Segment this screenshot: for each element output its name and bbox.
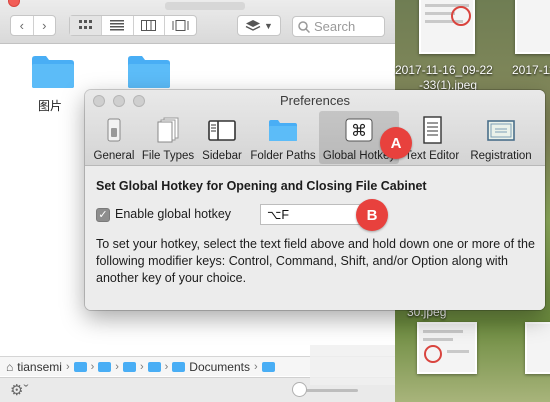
chevron-right-icon: › — [254, 360, 258, 373]
tab-file-types[interactable]: File Types — [139, 111, 197, 164]
tab-label: General — [93, 150, 135, 162]
checkbox-label[interactable]: Enable global hotkey — [115, 207, 231, 221]
folder-icon[interactable] — [127, 53, 171, 89]
section-title: Set Global Hotkey for Opening and Closin… — [96, 179, 427, 193]
window-title-blurred — [165, 2, 245, 10]
slider-knob[interactable] — [292, 382, 307, 397]
blurred-region — [310, 345, 402, 385]
screenshot-thumbnail[interactable] — [419, 0, 475, 54]
hotkey-input[interactable]: ⌥F — [260, 204, 360, 225]
icon-size-slider[interactable] — [298, 389, 358, 392]
chevron-right-icon: › — [90, 360, 95, 373]
list-icon — [110, 20, 125, 31]
layers-icon — [245, 20, 261, 31]
help-text: To set your hotkey, select the text fiel… — [96, 237, 535, 285]
finder-toolbar: ‹ › ▼ Search — [0, 0, 395, 44]
svg-text:⌘: ⌘ — [351, 121, 367, 140]
screenshot-thumbnail[interactable] — [515, 0, 550, 54]
preferences-window: Preferences General File Types Sidebar F… — [85, 90, 545, 310]
folder-icon — [269, 120, 297, 141]
enable-hotkey-checkbox[interactable]: ✓ — [96, 208, 110, 222]
tab-label: File Types — [141, 150, 195, 162]
chevron-right-icon: › — [65, 360, 70, 373]
tab-folder-paths[interactable]: Folder Paths — [247, 111, 319, 164]
chevron-down-icon: ▼ — [264, 20, 273, 31]
close-window-button[interactable] — [8, 0, 20, 7]
screenshot-thumbnail[interactable] — [417, 322, 477, 374]
search-icon — [298, 20, 310, 33]
callout-badge-a: A — [380, 127, 412, 159]
text-document-icon — [423, 116, 442, 144]
file-name[interactable]: 2017-11- — [512, 63, 550, 77]
chevron-right-icon: › — [164, 360, 169, 373]
command-key-icon: ⌘ — [345, 118, 373, 142]
arrange-button[interactable]: ▼ — [237, 15, 281, 36]
certificate-icon — [487, 120, 515, 141]
switch-icon — [107, 118, 121, 142]
folder-icon[interactable] — [98, 361, 112, 372]
preferences-titlebar: Preferences General File Types Sidebar F… — [85, 90, 545, 166]
forward-button[interactable]: › — [32, 16, 56, 35]
gallery-view-button[interactable] — [164, 16, 196, 35]
folder-label[interactable]: 图片 — [38, 97, 62, 114]
chevron-right-icon: › — [139, 360, 144, 373]
screenshot-thumbnail[interactable] — [525, 322, 550, 374]
icon-view-button[interactable] — [70, 16, 101, 35]
column-view-button[interactable] — [132, 16, 165, 35]
list-view-button[interactable] — [100, 16, 133, 35]
columns-icon — [141, 20, 157, 31]
tab-label: Folder Paths — [250, 150, 316, 162]
folder-icon[interactable] — [172, 361, 186, 372]
tab-label: Text Editor — [404, 150, 460, 162]
tab-label: Sidebar — [202, 150, 242, 162]
tab-general[interactable]: General — [89, 111, 139, 164]
tab-label: Registration — [470, 150, 532, 162]
folder-icon[interactable] — [31, 53, 75, 89]
back-button[interactable]: ‹ — [11, 16, 33, 35]
window-title: Preferences — [279, 93, 351, 108]
preference-tabs: General File Types Sidebar Folder Paths … — [89, 111, 537, 164]
home-icon: ⌂ — [6, 359, 14, 374]
callout-badge-b: B — [356, 199, 388, 231]
sidebar-icon — [208, 120, 236, 141]
chevron-right-icon: › — [115, 360, 119, 373]
folder-icon[interactable] — [147, 361, 161, 372]
back-forward-control: ‹ › — [10, 15, 56, 36]
tab-sidebar[interactable]: Sidebar — [197, 111, 247, 164]
gear-icon[interactable]: ⚙ˇ — [10, 381, 28, 399]
folder-icon[interactable] — [122, 361, 136, 372]
folder-icon[interactable] — [261, 361, 275, 372]
file-name[interactable]: 2017-11-16_09-22 — [395, 63, 493, 77]
folder-icon[interactable] — [73, 361, 87, 372]
documents-icon — [157, 117, 179, 143]
path-item-documents[interactable]: Documents — [189, 360, 250, 374]
tab-registration[interactable]: Registration — [465, 111, 537, 164]
gallery-icon — [172, 20, 189, 31]
image-preview-icon — [425, 4, 471, 26]
search-field[interactable]: Search — [292, 16, 385, 37]
grid-icon — [78, 20, 92, 29]
global-hotkey-pane: Set Global Hotkey for Opening and Closin… — [85, 167, 545, 310]
view-mode-control — [69, 15, 197, 36]
search-placeholder: Search — [314, 19, 356, 34]
path-item-user[interactable]: tiansemi — [17, 360, 62, 374]
image-preview-icon — [423, 330, 469, 363]
